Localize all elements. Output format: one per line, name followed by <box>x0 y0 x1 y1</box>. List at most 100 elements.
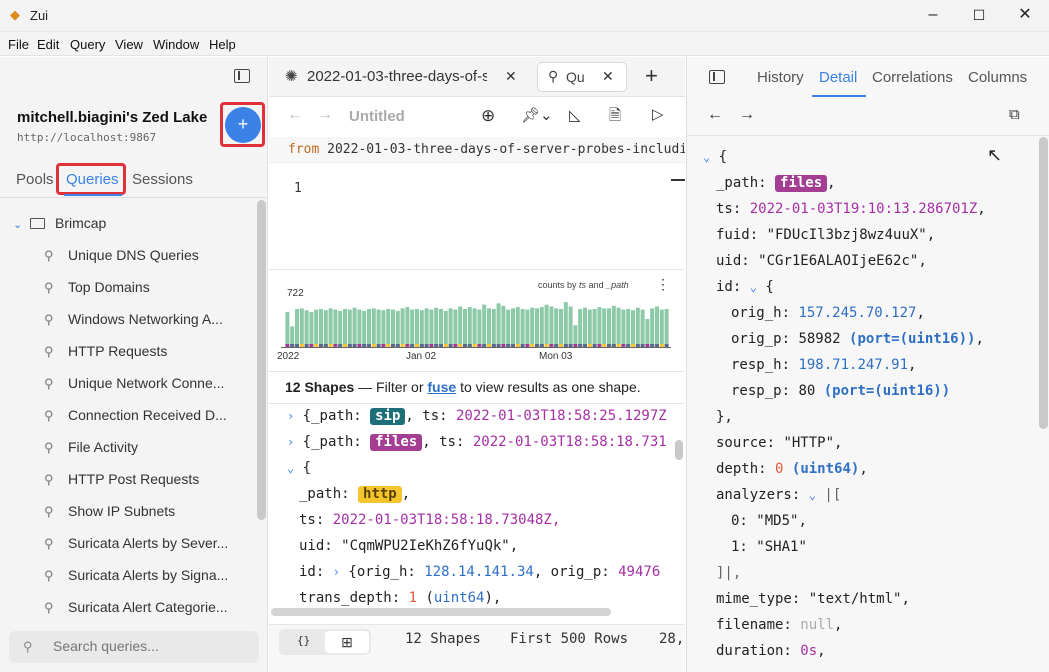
query-item[interactable]: ⚲ Connection Received D... <box>44 407 244 427</box>
menu-window[interactable]: Window <box>153 37 199 52</box>
close-icon[interactable]: ✕ <box>602 68 614 85</box>
result-row[interactable]: › {_path: files, ts: 2022-01-03T18:58:18… <box>287 432 667 458</box>
menu-help[interactable]: Help <box>209 37 236 52</box>
histogram-bar[interactable] <box>429 309 434 347</box>
tab-correlations[interactable]: Correlations <box>872 69 953 86</box>
menu-view[interactable]: View <box>115 37 143 52</box>
collapse-sidebar-icon[interactable] <box>234 69 250 83</box>
menu-edit[interactable]: Edit <box>37 37 59 52</box>
histogram-bar[interactable] <box>443 310 448 347</box>
histogram-bar[interactable] <box>405 307 410 347</box>
query-item[interactable]: ⚲ Suricata Alerts by Sever... <box>44 535 244 555</box>
code-view-icon[interactable]: {} <box>297 634 310 647</box>
folder-brimcap[interactable]: ⌄ Brimcap <box>13 215 106 231</box>
histogram-bar[interactable] <box>314 309 319 347</box>
histogram-bar[interactable] <box>458 306 463 347</box>
pin-icon[interactable]: 📌︎⌄ <box>521 106 553 124</box>
histogram-bar[interactable] <box>381 310 386 347</box>
histogram-bar[interactable] <box>607 308 611 347</box>
sidebar-scrollbar[interactable] <box>257 200 266 520</box>
histogram-bar[interactable] <box>347 309 352 347</box>
histogram-bar[interactable] <box>645 318 650 347</box>
maximize-button[interactable]: ☐ <box>956 0 1002 32</box>
histogram-bar[interactable] <box>506 309 511 347</box>
histogram-bar[interactable] <box>511 308 515 347</box>
histogram-bars[interactable] <box>285 300 669 347</box>
histogram-bar[interactable] <box>554 308 559 347</box>
tab-history[interactable]: History <box>757 69 804 86</box>
histogram-bar[interactable] <box>391 309 395 347</box>
histogram-bar[interactable] <box>621 309 626 347</box>
result-row[interactable]: › {_path: sip, ts: 2022-01-03T18:58:25.1… <box>287 406 667 432</box>
histogram-bar[interactable] <box>448 308 453 347</box>
fuse-link[interactable]: fuse <box>427 379 456 395</box>
histogram-bar[interactable] <box>659 309 664 347</box>
results-scrollbar[interactable] <box>675 440 683 460</box>
query-item[interactable]: ⚲ HTTP Post Requests <box>44 471 244 491</box>
query-item[interactable]: ⚲ File Activity <box>44 439 244 459</box>
histogram-bar[interactable] <box>309 312 314 347</box>
tab-columns[interactable]: Columns <box>968 69 1027 86</box>
histogram-bar[interactable] <box>295 308 299 347</box>
table-view-icon[interactable]: ⊞ <box>325 631 369 653</box>
histogram-bar[interactable] <box>487 308 491 347</box>
query-item[interactable]: ⚲ Unique Network Conne... <box>44 375 244 395</box>
back-arrow-icon[interactable]: ← <box>707 106 723 124</box>
query-item[interactable]: ⚲ Windows Networking A... <box>44 311 244 331</box>
histogram-bar[interactable] <box>635 307 640 347</box>
save-file-icon[interactable]: 🗎 <box>609 105 621 130</box>
histogram-bar[interactable] <box>463 308 467 347</box>
histogram-bar[interactable] <box>525 309 530 347</box>
histogram-bar[interactable] <box>290 326 295 347</box>
results-list[interactable]: › {_path: sip, ts: 2022-01-03T18:58:25.1… <box>269 404 685 606</box>
histogram-bar[interactable] <box>467 307 472 347</box>
histogram-bar[interactable] <box>386 308 391 347</box>
histogram-bar[interactable] <box>491 308 496 347</box>
query-item[interactable]: ⚲ Show IP Subnets <box>44 503 244 523</box>
histogram-bar[interactable] <box>664 308 669 347</box>
minimize-button[interactable]: – <box>910 0 956 32</box>
close-window-button[interactable]: ✕ <box>1002 0 1048 32</box>
histogram-bar[interactable] <box>640 309 645 347</box>
field-analyzers[interactable]: analyzers: ⌄ |[ <box>716 485 841 511</box>
histogram-bar[interactable] <box>631 310 635 347</box>
histogram-bar[interactable] <box>597 307 602 347</box>
histogram-bar[interactable] <box>626 308 631 347</box>
histogram-bar[interactable] <box>357 309 362 347</box>
histogram-bar[interactable] <box>285 312 290 347</box>
query-item[interactable]: ⚲ Unique DNS Queries <box>44 247 244 267</box>
close-icon[interactable]: ✕ <box>505 68 517 85</box>
query-title[interactable]: Untitled <box>349 108 405 125</box>
histogram-bar[interactable] <box>338 310 343 347</box>
histogram-bar[interactable] <box>549 306 554 347</box>
histogram-bar[interactable] <box>573 325 578 347</box>
histogram-bar[interactable] <box>343 308 347 347</box>
histogram-bar[interactable] <box>515 307 520 347</box>
search-input[interactable] <box>53 638 249 654</box>
histogram-bar[interactable] <box>415 308 419 347</box>
histogram-bar[interactable] <box>544 304 549 347</box>
histogram-bar[interactable] <box>419 310 424 347</box>
query-editor[interactable]: 1 <box>269 163 685 269</box>
detail-scrollbar[interactable] <box>1039 137 1048 429</box>
record-open[interactable]: ⌄ { <box>703 147 727 173</box>
detail-record[interactable]: ⌄ { _path: files, ts: 2022-01-03T19:10:1… <box>687 147 1037 672</box>
histogram-bar[interactable] <box>395 310 400 347</box>
histogram-bar[interactable] <box>304 310 309 347</box>
chart-menu-icon[interactable]: ⋮ <box>656 276 670 293</box>
menu-file[interactable]: File <box>8 37 29 52</box>
histogram-bar[interactable] <box>539 307 544 347</box>
histogram-bar[interactable] <box>520 308 525 347</box>
query-item[interactable]: ⚲ HTTP Requests <box>44 343 244 363</box>
tab-detail[interactable]: Detail <box>819 69 857 86</box>
run-query-icon[interactable]: ▷ <box>652 105 664 123</box>
histogram-bar[interactable] <box>410 309 415 347</box>
histogram-bar[interactable] <box>453 309 458 347</box>
histogram-bar[interactable] <box>367 308 371 347</box>
histogram-bar[interactable] <box>602 308 607 347</box>
histogram-bar[interactable] <box>328 308 333 347</box>
forward-arrow-icon[interactable]: → <box>317 106 333 124</box>
histogram-bar[interactable] <box>424 308 429 347</box>
from-pin[interactable]: from 2022-01-03-three-days-of-server-pro… <box>269 137 685 163</box>
menu-query[interactable]: Query <box>70 37 105 52</box>
